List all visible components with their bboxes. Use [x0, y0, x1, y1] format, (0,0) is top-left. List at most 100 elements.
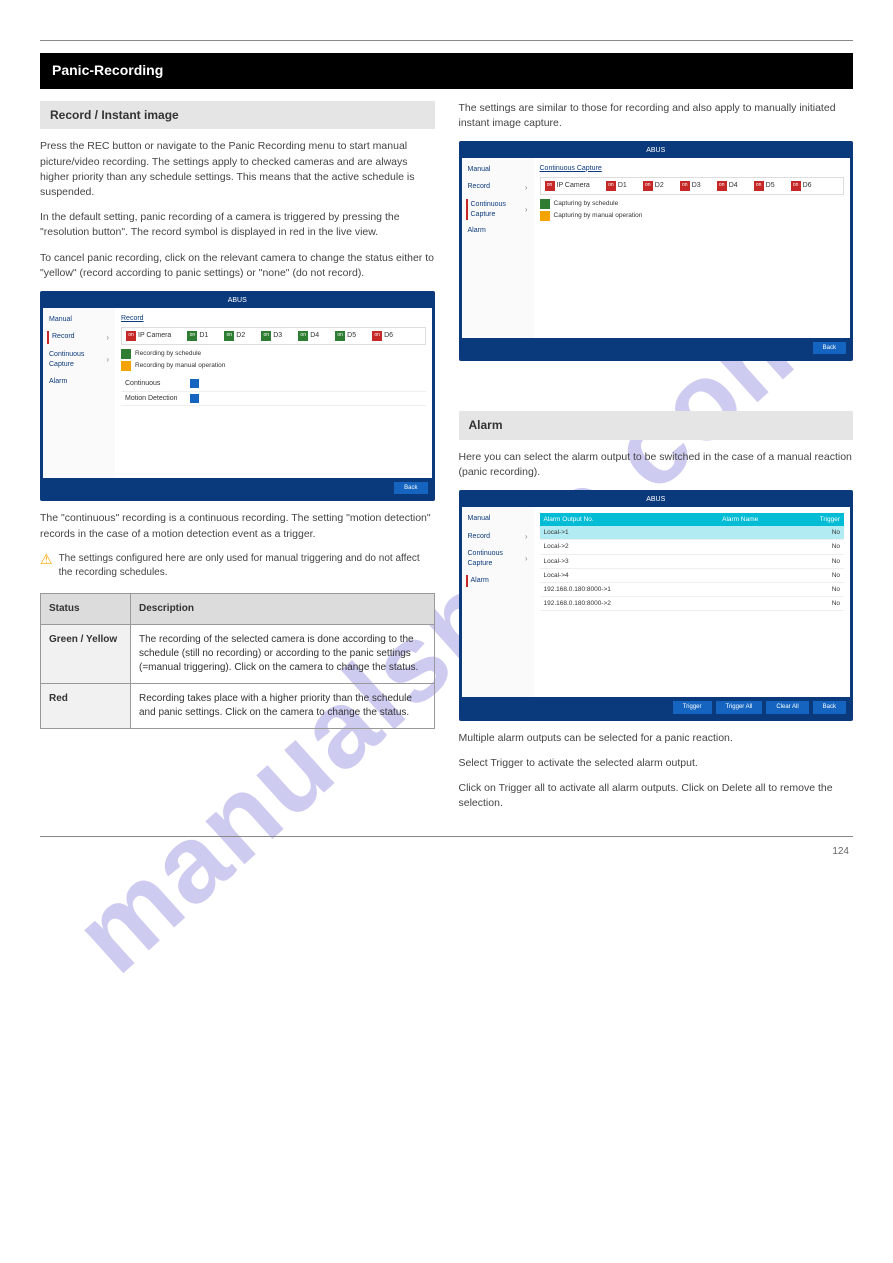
sidebar-item-manual[interactable]: Manual — [466, 513, 530, 525]
sidebar-item-alarm[interactable]: Alarm — [466, 575, 530, 587]
camera-d1[interactable]: onD1 — [606, 181, 627, 191]
legend-square-icon — [121, 361, 131, 371]
camera-d4[interactable]: onD4 — [298, 331, 319, 341]
paragraph: The "continuous" recording is a continuo… — [40, 511, 435, 541]
chevron-right-icon: › — [525, 531, 528, 542]
sidebar-item-alarm[interactable]: Alarm — [47, 376, 111, 388]
section-title-record: Record / Instant image — [40, 101, 435, 130]
sidebar-item-record[interactable]: Record› — [466, 530, 530, 543]
table-row: Green / Yellow The recording of the sele… — [41, 624, 435, 683]
option-row-continuous[interactable]: Continuous — [121, 377, 426, 392]
status-square-icon: on — [335, 331, 345, 341]
back-button[interactable]: Back — [813, 701, 846, 713]
status-square-icon: on — [187, 331, 197, 341]
back-button[interactable]: Back — [813, 342, 846, 354]
camera-d6[interactable]: onD6 — [372, 331, 393, 341]
th-output-no: Alarm Output No. — [540, 513, 695, 526]
screenshot-titlebar: ABUS — [462, 144, 851, 158]
section-header: Panic-Recording — [40, 53, 853, 89]
left-column: Record / Instant image Press the REC but… — [40, 101, 435, 812]
camera-d6[interactable]: onD6 — [791, 181, 812, 191]
camera-d5[interactable]: onD5 — [754, 181, 775, 191]
alarm-table-row[interactable]: Local->3No — [540, 554, 845, 568]
status-table: Status Description Green / Yellow The re… — [40, 593, 435, 729]
checkbox-icon[interactable] — [190, 394, 199, 403]
sidebar-item-manual[interactable]: Manual — [466, 164, 530, 176]
status-square-icon: on — [261, 331, 271, 341]
table-row: Red Recording takes place with a higher … — [41, 683, 435, 728]
screenshot-titlebar: ABUS — [43, 294, 432, 308]
alarm-table-row[interactable]: Local->1No — [540, 526, 845, 540]
camera-d3[interactable]: onD3 — [680, 181, 701, 191]
camera-d3[interactable]: onD3 — [261, 331, 282, 341]
table-cell-desc: The recording of the selected camera is … — [131, 624, 435, 683]
camera-d4[interactable]: onD4 — [717, 181, 738, 191]
screenshot-main: Continuous Capture onIP Camera onD1 onD2… — [534, 158, 851, 338]
sidebar-item-record[interactable]: Record› — [466, 181, 530, 194]
sidebar-item-continuous-capture[interactable]: Continuous Capture› — [466, 199, 530, 221]
paragraph: In the default setting, panic recording … — [40, 210, 435, 240]
alarm-table-header: Alarm Output No. Alarm Name Trigger — [540, 513, 845, 526]
screenshot-footer: Back — [43, 478, 432, 498]
option-row-motion[interactable]: Motion Detection — [121, 392, 426, 407]
status-square-icon: on — [754, 181, 764, 191]
trigger-all-button[interactable]: Trigger All — [716, 701, 763, 713]
back-button[interactable]: Back — [394, 482, 427, 494]
clear-all-button[interactable]: Clear All — [766, 701, 808, 713]
table-cell-desc: Recording takes place with a higher prio… — [131, 683, 435, 728]
page-number: 124 — [40, 845, 853, 859]
paragraph: Multiple alarm outputs can be selected f… — [459, 731, 854, 746]
camera-d2[interactable]: onD2 — [643, 181, 664, 191]
status-square-icon: on — [545, 181, 555, 191]
sidebar-item-manual[interactable]: Manual — [47, 314, 111, 326]
status-square-icon: on — [298, 331, 308, 341]
camera-header[interactable]: onIP Camera — [545, 181, 590, 191]
camera-row: onIP Camera onD1 onD2 onD3 onD4 onD5 onD… — [121, 327, 426, 345]
sidebar-item-record[interactable]: Record› — [47, 331, 111, 344]
alarm-table: Alarm Output No. Alarm Name Trigger Loca… — [540, 513, 845, 611]
warning-text: The settings configured here are only us… — [59, 552, 435, 581]
screenshot-footer: Back — [462, 338, 851, 358]
option-rows: Continuous Motion Detection — [121, 377, 426, 407]
legend: Capturing by schedule Capturing by manua… — [540, 199, 845, 221]
legend-square-icon — [540, 211, 550, 221]
right-column: The settings are similar to those for re… — [459, 101, 854, 812]
screenshot-alarm: ABUS Manual Record› Continuous Capture› … — [459, 490, 854, 720]
alarm-table-row[interactable]: Local->4No — [540, 568, 845, 582]
status-square-icon: on — [643, 181, 653, 191]
warning-icon: ⚠ — [40, 552, 53, 566]
table-header-status: Status — [41, 593, 131, 624]
camera-d1[interactable]: onD1 — [187, 331, 208, 341]
sidebar-item-continuous-capture[interactable]: Continuous Capture› — [466, 548, 530, 570]
checkbox-icon[interactable] — [190, 379, 199, 388]
paragraph: Press the REC button or navigate to the … — [40, 139, 435, 200]
sidebar-item-continuous-capture[interactable]: Continuous Capture› — [47, 349, 111, 371]
status-square-icon: on — [680, 181, 690, 191]
section-title-alarm: Alarm — [459, 411, 854, 440]
status-square-icon: on — [224, 331, 234, 341]
camera-d2[interactable]: onD2 — [224, 331, 245, 341]
legend: Recording by schedule Recording by manua… — [121, 349, 426, 371]
screenshot-sidebar: Manual Record› Continuous Capture› Alarm — [43, 308, 115, 478]
legend-square-icon — [121, 349, 131, 359]
screenshot-continuous-capture: ABUS Manual Record› Continuous Capture› … — [459, 141, 854, 361]
paragraph: To cancel panic recording, click on the … — [40, 251, 435, 281]
screenshot-titlebar: ABUS — [462, 493, 851, 507]
table-cell-label: Red — [41, 683, 131, 728]
table-header-description: Description — [131, 593, 435, 624]
panel-title: Continuous Capture — [540, 164, 845, 174]
screenshot-footer: Trigger Trigger All Clear All Back — [462, 697, 851, 717]
alarm-table-row[interactable]: 192.168.0.180:8000->2No — [540, 596, 845, 610]
trigger-button[interactable]: Trigger — [673, 701, 712, 713]
chevron-right-icon: › — [525, 204, 528, 215]
camera-d5[interactable]: onD5 — [335, 331, 356, 341]
paragraph: Select Trigger to activate the selected … — [459, 756, 854, 771]
alarm-table-row[interactable]: 192.168.0.180:8000->1No — [540, 582, 845, 596]
screenshot-record: ABUS Manual Record› Continuous Capture› … — [40, 291, 435, 501]
alarm-table-row[interactable]: Local->2No — [540, 540, 845, 554]
status-square-icon: on — [606, 181, 616, 191]
sidebar-item-alarm[interactable]: Alarm — [466, 225, 530, 237]
camera-header[interactable]: onIP Camera — [126, 331, 171, 341]
paragraph: Here you can select the alarm output to … — [459, 450, 854, 480]
status-square-icon: on — [372, 331, 382, 341]
